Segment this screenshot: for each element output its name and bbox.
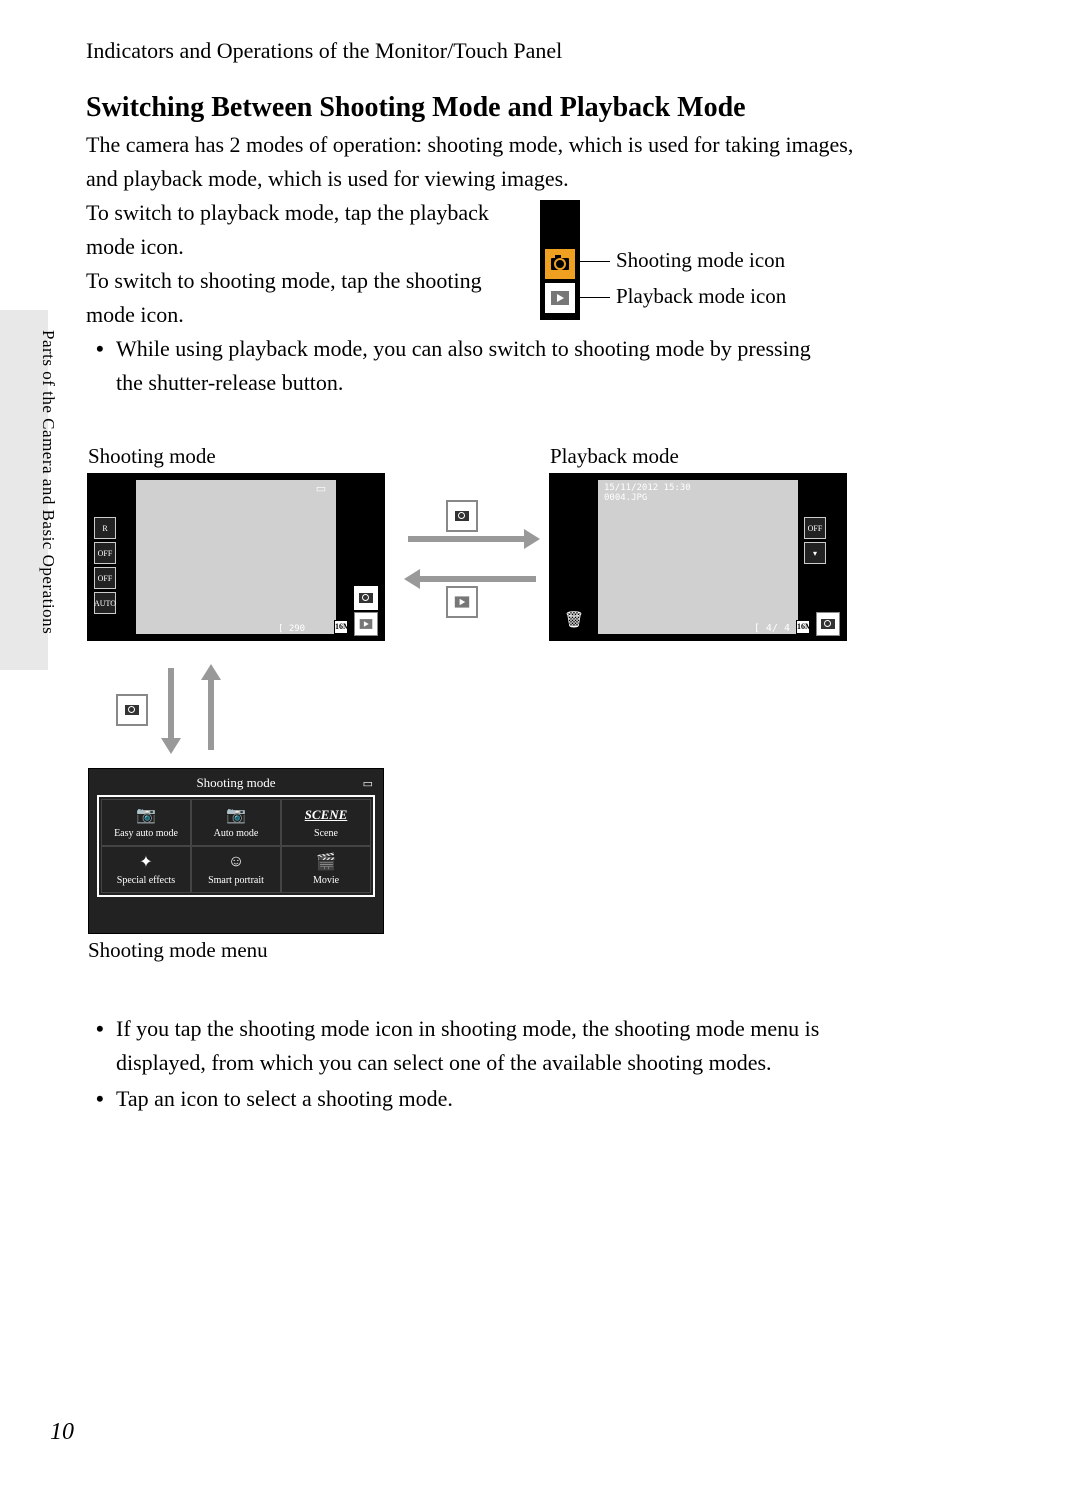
bullet-tap-icon: •Tap an icon to select a shooting mode. (96, 1082, 816, 1116)
easy-auto-icon: 📷 (104, 804, 188, 826)
shooting-mode-icon[interactable] (816, 612, 840, 636)
battery-icon: ▭ (312, 482, 330, 500)
left-sidebar-icons: R OFF OFF AUTO (94, 514, 130, 617)
menu-item-smart-portrait[interactable]: ☺Smart portrait (191, 846, 281, 893)
paragraph-playback: To switch to playback mode, tap the play… (86, 196, 526, 264)
playback-icon (360, 619, 373, 629)
page-number: 10 (50, 1419, 74, 1446)
camera-icon (125, 705, 139, 715)
shooting-mode-screen: R OFF OFF AUTO ▭ [ 290 16M (88, 474, 384, 640)
bullet-shutter-release: •While using playback mode, you can also… (96, 332, 816, 400)
camera-icon (821, 619, 835, 629)
image-counter: [ 4/ 4 (754, 623, 790, 634)
smart-portrait-icon: ☺ (194, 851, 278, 873)
image-size-badge: 16M (796, 620, 810, 634)
sidebar-icon[interactable]: OFF (804, 517, 826, 539)
leader-line (580, 297, 610, 298)
arrow-up-icon (208, 676, 214, 750)
auto-icon: 📷 (194, 804, 278, 826)
scene-icon: SCENE (284, 804, 368, 826)
sidebar-icon[interactable]: ▾ (804, 542, 826, 564)
bullet-menu-display: •If you tap the shooting mode icon in sh… (96, 1012, 856, 1080)
icon-column (540, 200, 580, 320)
right-sidebar-icons: OFF ▾ (804, 514, 840, 567)
menu-item-special-effects[interactable]: ✦Special effects (101, 846, 191, 893)
playback-mode-icon[interactable] (354, 612, 378, 636)
menu-item-auto[interactable]: 📷Auto mode (191, 799, 281, 846)
timestamp: 15/11/2012 15:30 0004.JPG (604, 484, 691, 504)
menu-item-scene[interactable]: SCENEScene (281, 799, 371, 846)
playback-mode-screen: 15/11/2012 15:30 0004.JPG OFF ▾ 🗑 [ 4/ 4… (550, 474, 846, 640)
vertical-camera-icon (116, 694, 148, 726)
arrow-down-icon (168, 668, 174, 742)
battery-icon: ▭ (363, 777, 373, 790)
movie-icon: 🎬 (284, 851, 368, 873)
playback-icon (455, 596, 469, 607)
intro-paragraph: The camera has 2 modes of operation: sho… (86, 128, 866, 196)
camera-icon (359, 593, 373, 603)
callout-shooting-label: Shooting mode icon (616, 248, 785, 273)
menu-item-easy-auto[interactable]: 📷Easy auto mode (101, 799, 191, 846)
arrow-left-icon (416, 576, 536, 582)
playback-mode-icon[interactable] (545, 283, 575, 313)
camera-icon (551, 258, 569, 270)
menu-item-movie[interactable]: 🎬Movie (281, 846, 371, 893)
arrow-right-icon (408, 536, 528, 542)
playback-mode-label: Playback mode (550, 444, 679, 469)
arrow-camera-icon (446, 500, 478, 532)
playback-icon (551, 291, 569, 305)
callout-playback-label: Playback mode icon (616, 284, 786, 309)
remaining-count: [ 290 (278, 624, 305, 634)
special-effects-icon: ✦ (104, 851, 188, 873)
sidebar-icon[interactable]: R (94, 517, 116, 539)
shooting-mode-icon[interactable] (354, 586, 378, 610)
leader-line (580, 261, 610, 262)
delete-icon[interactable]: 🗑 (562, 608, 586, 632)
paragraph-shooting: To switch to shooting mode, tap the shoo… (86, 264, 526, 332)
shooting-mode-label: Shooting mode (88, 444, 216, 469)
side-label: Parts of the Camera and Basic Operations (38, 330, 58, 634)
arrow-playback-icon (446, 586, 478, 618)
menu-caption: Shooting mode menu (88, 938, 268, 963)
viewfinder (136, 480, 336, 634)
sidebar-icon[interactable]: AUTO (94, 592, 116, 614)
sidebar-icon[interactable]: OFF (94, 567, 116, 589)
page-header: Indicators and Operations of the Monitor… (86, 38, 562, 64)
page-title: Switching Between Shooting Mode and Play… (86, 92, 746, 124)
shooting-mode-icon[interactable] (545, 249, 575, 279)
menu-title: Shooting mode (89, 769, 383, 795)
shooting-mode-menu: Shooting mode ▭ 📷Easy auto mode 📷Auto mo… (88, 768, 384, 934)
camera-icon (455, 511, 469, 521)
image-size-badge: 16M (334, 620, 348, 634)
sidebar-icon[interactable]: OFF (94, 542, 116, 564)
